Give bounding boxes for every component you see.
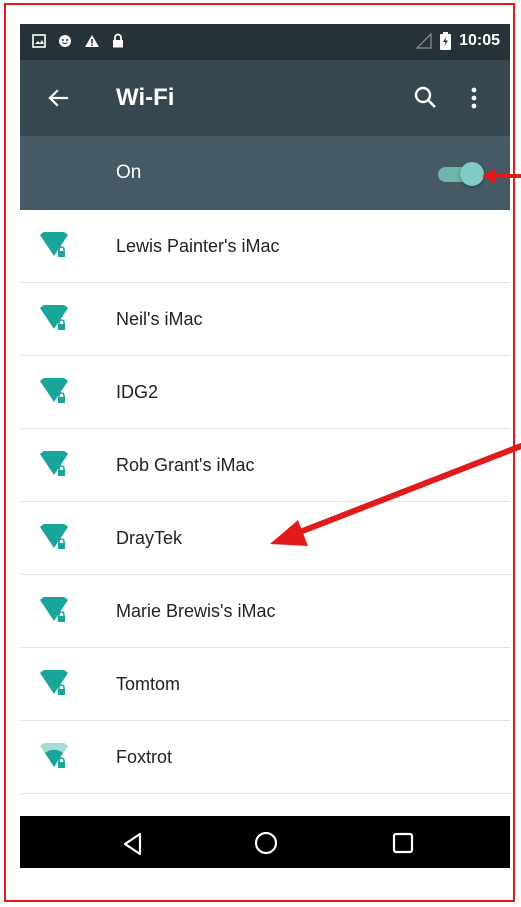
network-row[interactable]: Tomtom — [20, 648, 510, 721]
network-row[interactable]: IDG2 — [20, 356, 510, 429]
wifi-lock-icon — [40, 232, 68, 257]
network-row[interactable]: Lewis Painter's iMac — [20, 210, 510, 283]
nav-home-icon[interactable] — [253, 830, 279, 856]
lock-icon — [113, 33, 123, 48]
network-row[interactable]: DrayTek — [20, 502, 510, 575]
wifi-toggle-label: On — [116, 162, 142, 183]
toggle-thumb — [460, 162, 484, 186]
page-title: Wi-Fi — [116, 84, 175, 111]
clock: 10:05 — [459, 32, 500, 49]
network-row[interactable]: Rob Grant's iMac — [20, 429, 510, 502]
search-icon[interactable] — [412, 84, 440, 112]
phone-screen: 10:05 Wi-Fi On Lewis Painter's iMac Neil… — [20, 24, 510, 868]
signal-icon — [416, 33, 432, 49]
navigation-bar — [20, 816, 510, 868]
wifi-toggle-switch[interactable] — [434, 162, 486, 186]
network-name: Tomtom — [116, 674, 181, 694]
network-row[interactable]: Marie Brewis's iMac — [20, 575, 510, 648]
smiley-notification-icon — [59, 34, 71, 47]
network-name: Rob Grant's iMac — [116, 455, 255, 475]
wifi-lock-icon — [40, 597, 68, 622]
image-notification-icon — [32, 33, 46, 48]
battery-icon — [440, 32, 452, 50]
network-name: Lewis Painter's iMac — [116, 236, 280, 256]
nav-back-icon[interactable] — [120, 831, 146, 857]
wifi-toggle-bar[interactable]: On — [20, 136, 510, 210]
status-bar: 10:05 — [20, 24, 510, 60]
network-name: DrayTek — [116, 528, 183, 548]
network-row[interactable]: Neil's iMac — [20, 283, 510, 356]
nav-recents-icon[interactable] — [392, 832, 414, 854]
network-row[interactable]: Foxtrot — [20, 721, 510, 794]
wifi-lock-icon — [40, 451, 68, 476]
more-vert-icon[interactable] — [462, 84, 486, 112]
back-arrow-icon[interactable] — [44, 84, 72, 112]
network-name: Foxtrot — [116, 747, 173, 767]
wifi-lock-icon — [40, 305, 68, 330]
warning-icon — [85, 34, 99, 47]
network-name: IDG2 — [116, 382, 159, 402]
wifi-partial-lock-icon — [40, 743, 68, 768]
wifi-lock-icon — [40, 378, 68, 403]
system-status: 10:05 — [416, 32, 500, 50]
app-bar: Wi-Fi — [20, 60, 510, 136]
network-name: Neil's iMac — [116, 309, 203, 329]
network-list: Lewis Painter's iMac Neil's iMac IDG2 Ro… — [20, 210, 510, 867]
wifi-lock-icon — [40, 524, 68, 549]
wifi-lock-icon — [40, 670, 68, 695]
network-name: Marie Brewis's iMac — [116, 601, 276, 621]
notification-icons — [32, 33, 124, 48]
